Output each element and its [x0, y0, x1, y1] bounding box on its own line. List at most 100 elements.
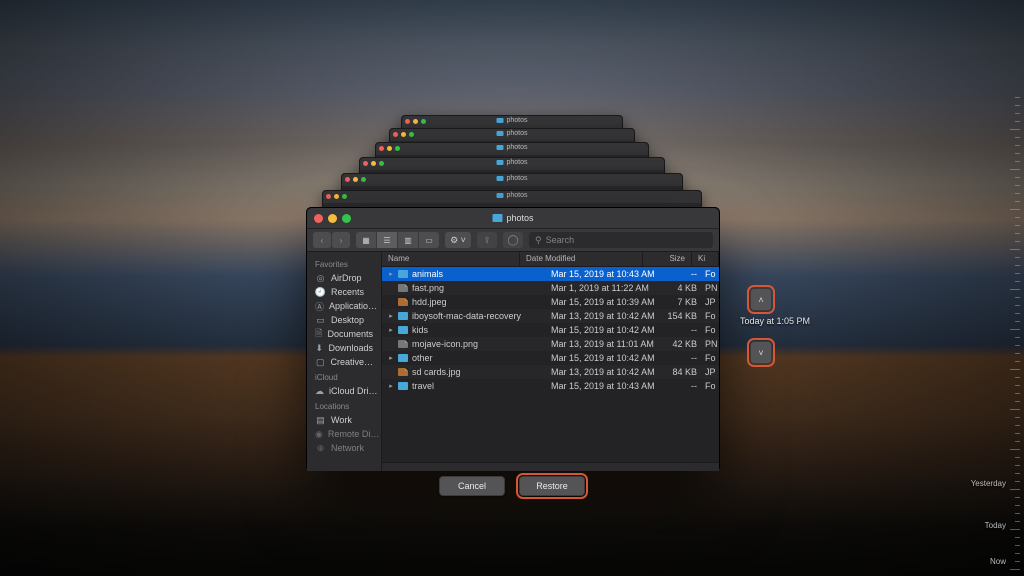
timeline-tick[interactable] [1015, 457, 1020, 458]
sidebar-item-downloads[interactable]: ⬇Downloads [307, 341, 381, 355]
timeline-tick[interactable] [1015, 417, 1020, 418]
timeline-tick[interactable] [1015, 97, 1020, 98]
view-switcher[interactable]: ▦ ☰ ▥ ▭ [356, 232, 439, 248]
timeline-tick[interactable] [1015, 177, 1020, 178]
timeline-tick[interactable] [1010, 369, 1020, 370]
timeline-tick[interactable] [1015, 273, 1020, 274]
timeline-tick[interactable] [1015, 201, 1020, 202]
sidebar-item-network[interactable]: ⊕Network [307, 441, 381, 455]
next-snapshot-button[interactable]: ˅ [750, 341, 772, 364]
icon-view-button[interactable]: ▦ [356, 232, 377, 248]
table-row[interactable]: ▸otherMar 15, 2019 at 10:42 AM--Fo [382, 351, 719, 365]
close-icon[interactable] [314, 214, 323, 223]
timeline-tick[interactable] [1015, 385, 1020, 386]
gallery-view-button[interactable]: ▭ [419, 232, 439, 248]
timeline-tick[interactable] [1015, 521, 1020, 522]
timeline-tick[interactable] [1015, 113, 1020, 114]
timeline-tick[interactable] [1015, 353, 1020, 354]
timeline-tick[interactable] [1015, 561, 1020, 562]
sidebar-item-airdrop[interactable]: ◎AirDrop [307, 271, 381, 285]
timeline-tick[interactable] [1015, 401, 1020, 402]
sidebar-item-remote-disc[interactable]: ◉Remote Di… [307, 427, 381, 441]
timeline-tick[interactable] [1015, 425, 1020, 426]
titlebar[interactable]: photos [307, 208, 719, 229]
column-headers[interactable]: Name Date Modified Size Ki [382, 252, 719, 267]
forward-button[interactable]: › [332, 232, 350, 248]
timeline-tick[interactable] [1015, 553, 1020, 554]
col-kind[interactable]: Ki [692, 252, 719, 266]
timeline-tick[interactable] [1015, 361, 1020, 362]
timeline-tick[interactable] [1015, 321, 1020, 322]
col-name[interactable]: Name [382, 252, 520, 266]
timeline-tick[interactable] [1015, 225, 1020, 226]
timeline-tick[interactable] [1015, 233, 1020, 234]
timeline-tick[interactable] [1015, 441, 1020, 442]
table-row[interactable]: fast.pngMar 1, 2019 at 11:22 AM4 KBPN [382, 281, 719, 295]
disclosure-triangle-icon[interactable]: ▸ [388, 382, 394, 390]
action-menu-button[interactable]: ⚙ ˅ [445, 232, 471, 248]
timeline-tick[interactable] [1015, 121, 1020, 122]
timeline-tick[interactable] [1015, 185, 1020, 186]
zoom-icon[interactable] [342, 214, 351, 223]
timeline-tick[interactable] [1015, 305, 1020, 306]
sidebar-item-documents[interactable]: 🗎Documents [307, 327, 381, 341]
table-row[interactable]: mojave-icon.pngMar 13, 2019 at 11:01 AM4… [382, 337, 719, 351]
disclosure-triangle-icon[interactable]: ▸ [388, 270, 394, 278]
timeline-tick[interactable] [1015, 481, 1020, 482]
timeline-tick[interactable] [1015, 161, 1020, 162]
table-row[interactable]: ▸kidsMar 15, 2019 at 10:42 AM--Fo [382, 323, 719, 337]
timeline-tick[interactable] [1010, 489, 1020, 490]
timeline-tick[interactable] [1015, 281, 1020, 282]
search-field[interactable]: ⚲ Search [529, 232, 713, 248]
timeline-tick[interactable] [1015, 265, 1020, 266]
share-button[interactable]: ⇪ [477, 232, 497, 248]
table-row[interactable]: hdd.jpegMar 15, 2019 at 10:39 AM7 KBJP [382, 295, 719, 309]
timeline-tick[interactable] [1010, 169, 1020, 170]
sidebar-item-icloud-drive[interactable]: ☁iCloud Dri… [307, 384, 381, 398]
timeline-tick[interactable] [1015, 105, 1020, 106]
timeline-tick[interactable] [1015, 433, 1020, 434]
sidebar-item-work[interactable]: ▤Work [307, 413, 381, 427]
timeline-tick[interactable] [1015, 537, 1020, 538]
previous-snapshot-button[interactable]: ˄ [750, 288, 772, 311]
timeline-tick[interactable] [1010, 449, 1020, 450]
timeline-tick[interactable] [1015, 193, 1020, 194]
timeline-tick[interactable] [1010, 329, 1020, 330]
timeline-tick[interactable] [1015, 345, 1020, 346]
restore-button[interactable]: Restore [519, 476, 585, 496]
timeline-tick[interactable] [1015, 337, 1020, 338]
timeline-tick[interactable] [1015, 217, 1020, 218]
timeline-tick[interactable] [1015, 257, 1020, 258]
timeline-tick[interactable] [1010, 569, 1020, 570]
timeline-tick[interactable] [1010, 409, 1020, 410]
timeline-tick[interactable] [1015, 545, 1020, 546]
timeline-tick[interactable] [1015, 505, 1020, 506]
col-date[interactable]: Date Modified [520, 252, 643, 266]
table-row[interactable]: ▸iboysoft-mac-data-recoveryMar 13, 2019 … [382, 309, 719, 323]
column-view-button[interactable]: ▥ [398, 232, 419, 248]
sidebar-item-creative[interactable]: ▢Creative… [307, 355, 381, 369]
disclosure-triangle-icon[interactable]: ▸ [388, 312, 394, 320]
list-view-button[interactable]: ☰ [377, 232, 398, 248]
timeline-tick[interactable] [1010, 289, 1020, 290]
tags-button[interactable]: ◯ [503, 232, 523, 248]
back-button[interactable]: ‹ [313, 232, 331, 248]
timeline-tick[interactable] [1015, 145, 1020, 146]
timeline-tick[interactable] [1010, 209, 1020, 210]
timeline-tick[interactable] [1015, 313, 1020, 314]
timeline-tick[interactable] [1015, 465, 1020, 466]
timeline-tick[interactable] [1015, 513, 1020, 514]
disclosure-triangle-icon[interactable]: ▸ [388, 354, 394, 362]
timeline-tick[interactable] [1015, 497, 1020, 498]
sidebar-item-recents[interactable]: 🕘Recents [307, 285, 381, 299]
sidebar-item-applications[interactable]: ⒶApplicatio… [307, 299, 381, 313]
table-row[interactable]: sd cards.jpgMar 13, 2019 at 10:42 AM84 K… [382, 365, 719, 379]
horizontal-scrollbar[interactable] [382, 462, 719, 471]
timeline-tick[interactable] [1010, 529, 1020, 530]
timeline-tick[interactable] [1010, 249, 1020, 250]
timeline-tick[interactable] [1015, 241, 1020, 242]
timeline-tick[interactable] [1015, 153, 1020, 154]
cancel-button[interactable]: Cancel [439, 476, 505, 496]
sidebar-item-desktop[interactable]: ▭Desktop [307, 313, 381, 327]
timeline-tick[interactable] [1015, 137, 1020, 138]
